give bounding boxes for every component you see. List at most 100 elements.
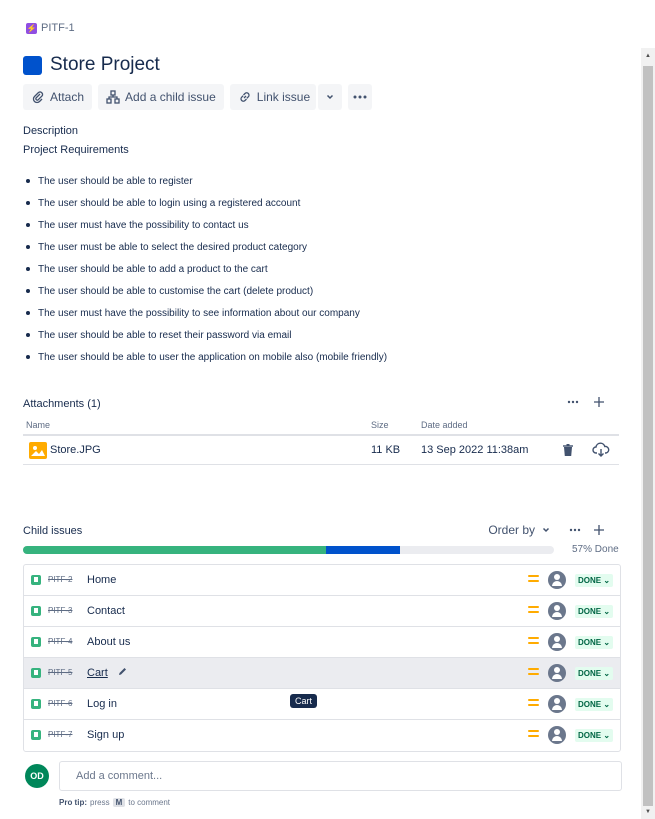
list-item[interactable]: PITF-6 Log in DONE ⌄	[24, 689, 620, 720]
status-badge[interactable]: DONE ⌄	[575, 574, 614, 587]
order-by-button[interactable]: Order by	[488, 523, 551, 537]
assignee-avatar[interactable]	[548, 726, 566, 744]
assignee-avatar[interactable]	[548, 602, 566, 620]
column-date-added[interactable]: Date added	[421, 420, 468, 430]
story-icon	[31, 730, 41, 740]
status-badge[interactable]: DONE ⌄	[575, 667, 614, 680]
list-item: The user must be able to select the desi…	[26, 236, 387, 258]
more-icon[interactable]	[567, 396, 579, 408]
chevron-down-icon	[541, 525, 551, 535]
scrollbar-thumb[interactable]	[643, 66, 653, 806]
assignee-avatar[interactable]	[548, 571, 566, 589]
breadcrumb[interactable]: ⚡ PITF-1	[26, 22, 75, 34]
list-item[interactable]: PITF-4 About us DONE ⌄	[24, 627, 620, 658]
pencil-icon[interactable]	[117, 666, 128, 677]
attachments-actions	[567, 396, 605, 408]
issue-key[interactable]: PITF-3	[48, 606, 72, 615]
issue-view: ⚡ PITF-1 Store Project Attach Add a chil…	[0, 0, 641, 819]
list-item: The user should be able to user the appl…	[26, 346, 387, 368]
scroll-up-icon[interactable]: ▲	[644, 53, 652, 59]
story-icon	[31, 668, 41, 678]
status-badge[interactable]: DONE ⌄	[575, 698, 614, 711]
assignee-avatar[interactable]	[548, 664, 566, 682]
issue-title[interactable]: Store Project	[50, 54, 160, 76]
child-issues-progress-bar	[23, 546, 554, 554]
list-item[interactable]: PITF-7 Sign up DONE ⌄	[24, 720, 620, 751]
attachments-table-header: Name Size Date added	[23, 418, 619, 436]
scroll-down-icon[interactable]: ▼	[644, 809, 652, 815]
issue-key[interactable]: PITF-7	[48, 730, 72, 739]
comment-input[interactable]: Add a comment...	[59, 761, 622, 791]
list-item: The user should be able to login using a…	[26, 192, 387, 214]
epic-icon: ⚡	[26, 22, 37, 34]
list-item: The user should be able to customise the…	[26, 280, 387, 302]
breadcrumb-key[interactable]: PITF-1	[41, 22, 75, 34]
issue-key[interactable]: PITF-4	[48, 637, 72, 646]
list-item: The user should be able to reset their p…	[26, 324, 387, 346]
order-by-label: Order by	[488, 523, 535, 537]
issue-key[interactable]: PITF-6	[48, 699, 72, 708]
attachments-heading: Attachments (1)	[23, 398, 101, 410]
priority-medium-icon	[528, 730, 539, 739]
progress-label: 57% Done	[572, 544, 619, 555]
add-child-label: Add a child issue	[125, 90, 216, 104]
paperclip-icon	[31, 90, 45, 104]
tooltip: Cart	[290, 694, 318, 708]
add-child-issue-button[interactable]: Add a child issue	[98, 84, 224, 110]
list-item[interactable]: PITF-5 Cart DONE ⌄	[24, 658, 620, 689]
status-badge[interactable]: DONE ⌄	[575, 605, 614, 618]
list-item: The user should be able to add a product…	[26, 258, 387, 280]
list-item[interactable]: PITF-3 Contact DONE ⌄	[24, 596, 620, 627]
priority-medium-icon	[528, 699, 539, 708]
hierarchy-icon	[106, 90, 120, 104]
more-icon[interactable]	[569, 524, 581, 536]
priority-medium-icon	[528, 668, 539, 677]
add-icon[interactable]	[593, 396, 605, 408]
attach-label: Attach	[50, 90, 85, 104]
issue-summary[interactable]: Contact	[87, 605, 125, 617]
link-dropdown-button[interactable]	[318, 84, 343, 110]
list-item: The user should be able to register	[26, 170, 387, 192]
assignee-avatar[interactable]	[548, 633, 566, 651]
trash-icon[interactable]	[561, 443, 575, 457]
status-badge[interactable]: DONE ⌄	[575, 729, 614, 742]
link-issue-button[interactable]: Link issue	[229, 84, 317, 110]
status-badge[interactable]: DONE ⌄	[575, 636, 614, 649]
priority-medium-icon	[528, 606, 539, 615]
issue-type-icon	[23, 55, 42, 75]
file-date: 13 Sep 2022 11:38am	[421, 444, 529, 456]
image-file-icon	[29, 442, 47, 459]
issue-summary[interactable]: About us	[87, 636, 130, 648]
story-icon	[31, 637, 41, 647]
issue-key[interactable]: PITF-5	[48, 668, 72, 677]
assignee-avatar[interactable]	[548, 695, 566, 713]
child-issues-list: PITF-2 Home DONE ⌄ PITF-3 Contact DONE ⌄…	[23, 564, 621, 752]
list-item: The user must have the possibility to co…	[26, 214, 387, 236]
keyboard-key: M	[112, 798, 126, 807]
column-size[interactable]: Size	[371, 420, 389, 430]
file-size: 11 KB	[371, 444, 401, 456]
list-item: The user must have the possibility to se…	[26, 302, 387, 324]
story-icon	[31, 699, 41, 709]
link-issue-label: Link issue	[256, 90, 311, 104]
issue-key[interactable]: PITF-2	[48, 575, 72, 584]
requirements-list[interactable]: The user should be able to register The …	[26, 170, 387, 368]
download-icon[interactable]	[592, 442, 610, 458]
list-item[interactable]: PITF-2 Home DONE ⌄	[24, 565, 620, 596]
column-name[interactable]: Name	[26, 420, 50, 430]
protip-text: to comment	[128, 798, 171, 807]
issue-summary[interactable]: Log in	[87, 698, 117, 710]
more-actions-button[interactable]	[348, 84, 373, 110]
protip-text: press	[90, 798, 110, 807]
issue-summary[interactable]: Home	[87, 574, 116, 586]
progress-done-segment	[23, 546, 326, 554]
issue-summary[interactable]: Sign up	[87, 729, 124, 741]
issue-summary[interactable]: Cart	[87, 667, 108, 679]
pro-tip: Pro tip: press M to comment	[59, 798, 170, 807]
description-subheading[interactable]: Project Requirements	[23, 144, 129, 156]
attach-button[interactable]: Attach	[23, 84, 93, 110]
table-row[interactable]: Store.JPG 11 KB 13 Sep 2022 11:38am	[23, 437, 619, 465]
add-icon[interactable]	[593, 524, 605, 536]
child-issues-actions: Order by	[488, 523, 605, 537]
file-name[interactable]: Store.JPG	[50, 444, 101, 456]
